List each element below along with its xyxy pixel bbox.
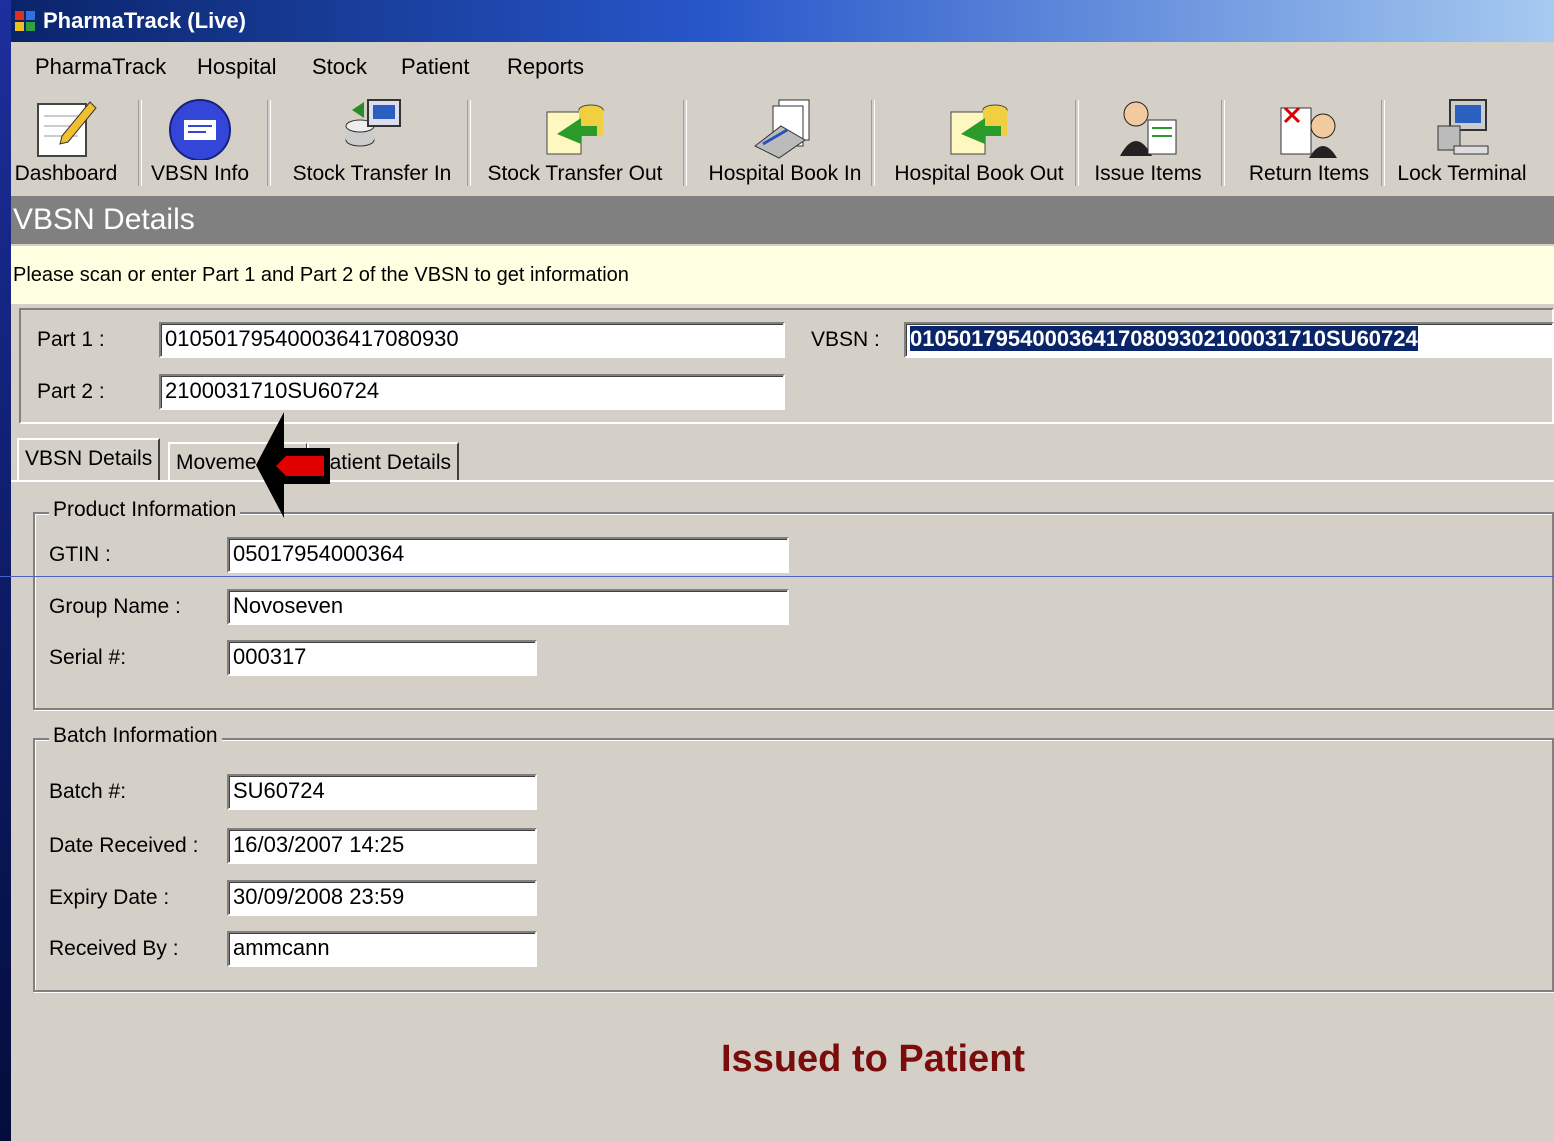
batch-label: Batch #:: [49, 780, 127, 803]
vbsn-input[interactable]: 0105017954000364170809302100031710SU6072…: [904, 322, 1554, 358]
gtin-field[interactable]: 05017954000364: [227, 537, 789, 573]
toolbar-label: Hospital Book In: [708, 162, 862, 185]
info-message: Please scan or enter Part 1 and Part 2 o…: [11, 246, 1554, 304]
toolbar-separator: [138, 100, 142, 186]
toolbar-label: Hospital Book Out: [894, 162, 1064, 185]
toolbar-separator: [871, 100, 875, 186]
section-header: VBSN Details: [11, 196, 1554, 244]
batch-field[interactable]: SU60724: [227, 774, 537, 810]
serial-label: Serial #:: [49, 646, 127, 669]
menu-hospital[interactable]: Hospital: [197, 54, 276, 80]
people-document-icon: [1120, 101, 1177, 156]
expiry-date-field[interactable]: 30/09/2008 23:59: [227, 880, 537, 916]
toolbar-hospital-book-out-button[interactable]: Hospital Book Out: [879, 90, 1079, 194]
toolbar-stock-transfer-in-button[interactable]: Stock Transfer In: [277, 90, 467, 194]
toolbar-label: Issue Items: [1094, 162, 1202, 185]
menu-patient[interactable]: Patient: [401, 54, 470, 80]
toolbar-label: Return Items: [1248, 162, 1370, 185]
group-name-field[interactable]: Novoseven: [227, 589, 789, 625]
toolbar-label: Lock Terminal: [1397, 162, 1527, 185]
tab-vbsn-details[interactable]: VBSN Details: [17, 438, 161, 482]
menu-stock[interactable]: Stock: [312, 54, 367, 80]
scanner-documents-icon: [754, 99, 810, 159]
tab-underline: [11, 480, 1554, 482]
status-message: Issued to Patient: [721, 1038, 1026, 1080]
return-checklist-icon: [1280, 106, 1337, 158]
tab-strip: VBSN Details Moveme atient Details: [11, 438, 1554, 482]
vbsn-label: VBSN :: [811, 328, 880, 351]
date-received-field[interactable]: 16/03/2007 14:25: [227, 828, 537, 864]
menu-reports[interactable]: Reports: [507, 54, 584, 80]
expiry-date-label: Expiry Date :: [49, 886, 170, 909]
toolbar-hospital-book-in-button[interactable]: Hospital Book In: [691, 90, 879, 194]
date-received-label: Date Received :: [49, 834, 199, 857]
toolbar-separator: [683, 100, 687, 186]
guide-line: [0, 576, 1554, 577]
toolbar-label: Stock Transfer In: [292, 162, 452, 185]
part2-input[interactable]: 2100031710SU60724: [159, 374, 785, 410]
group-name-label: Group Name :: [49, 595, 181, 618]
toolbar-label: Dashboard: [14, 162, 118, 185]
part2-label: Part 2 :: [37, 380, 105, 403]
toolbar-return-items-button[interactable]: Return Items: [1229, 90, 1389, 194]
menu-pharmatrack[interactable]: PharmaTrack: [35, 54, 166, 80]
toolbar-stock-transfer-out-button[interactable]: Stock Transfer Out: [475, 90, 675, 194]
serial-field[interactable]: 000317: [227, 640, 537, 676]
product-info-legend: Product Information: [49, 498, 241, 522]
document-book-out-icon: [950, 104, 1008, 155]
window-title: PharmaTrack (Live): [43, 8, 246, 33]
gtin-label: GTIN :: [49, 543, 111, 566]
document-transfer-out-icon: [546, 104, 604, 155]
app-icon: [15, 11, 35, 31]
notepad-pencil-icon: [37, 101, 97, 157]
title-bar[interactable]: PharmaTrack (Live): [11, 0, 1554, 42]
database-transfer-in-icon: [345, 99, 401, 147]
app-window: PharmaTrack (Live) PharmaTrack Hospital …: [11, 0, 1554, 1141]
toolbar-separator: [1075, 100, 1079, 186]
toolbar-dashboard-button[interactable]: Dashboard: [11, 90, 121, 194]
computer-lock-icon: [1437, 99, 1489, 155]
part1-label: Part 1 :: [37, 328, 105, 351]
toolbar-lock-terminal-button[interactable]: Lock Terminal: [1389, 90, 1535, 194]
toolbar-vbsn-info-button[interactable]: VBSN Info: [145, 90, 255, 194]
toolbar-issue-items-button[interactable]: Issue Items: [1083, 90, 1213, 194]
received-by-field[interactable]: ammcann: [227, 931, 537, 967]
info-card-icon: [169, 99, 231, 160]
toolbar-separator: [1381, 100, 1385, 186]
toolbar-separator: [267, 100, 271, 186]
toolbar: Dashboard VBSN Info Stock Transfer In St…: [11, 90, 1554, 194]
menu-bar: PharmaTrack Hospital Stock Patient Repor…: [11, 42, 1554, 90]
toolbar-label: VBSN Info: [150, 162, 250, 185]
toolbar-separator: [467, 100, 471, 186]
pointer-arrow-icon: [256, 412, 330, 518]
toolbar-label: Stock Transfer Out: [487, 162, 663, 185]
batch-info-legend: Batch Information: [49, 724, 222, 748]
received-by-label: Received By :: [49, 937, 179, 960]
toolbar-separator: [1221, 100, 1225, 186]
part1-input[interactable]: 01050179540003641708093​0: [159, 322, 785, 358]
vbsn-selected-text: 0105017954000364170809302100031710SU6072…: [910, 326, 1418, 351]
